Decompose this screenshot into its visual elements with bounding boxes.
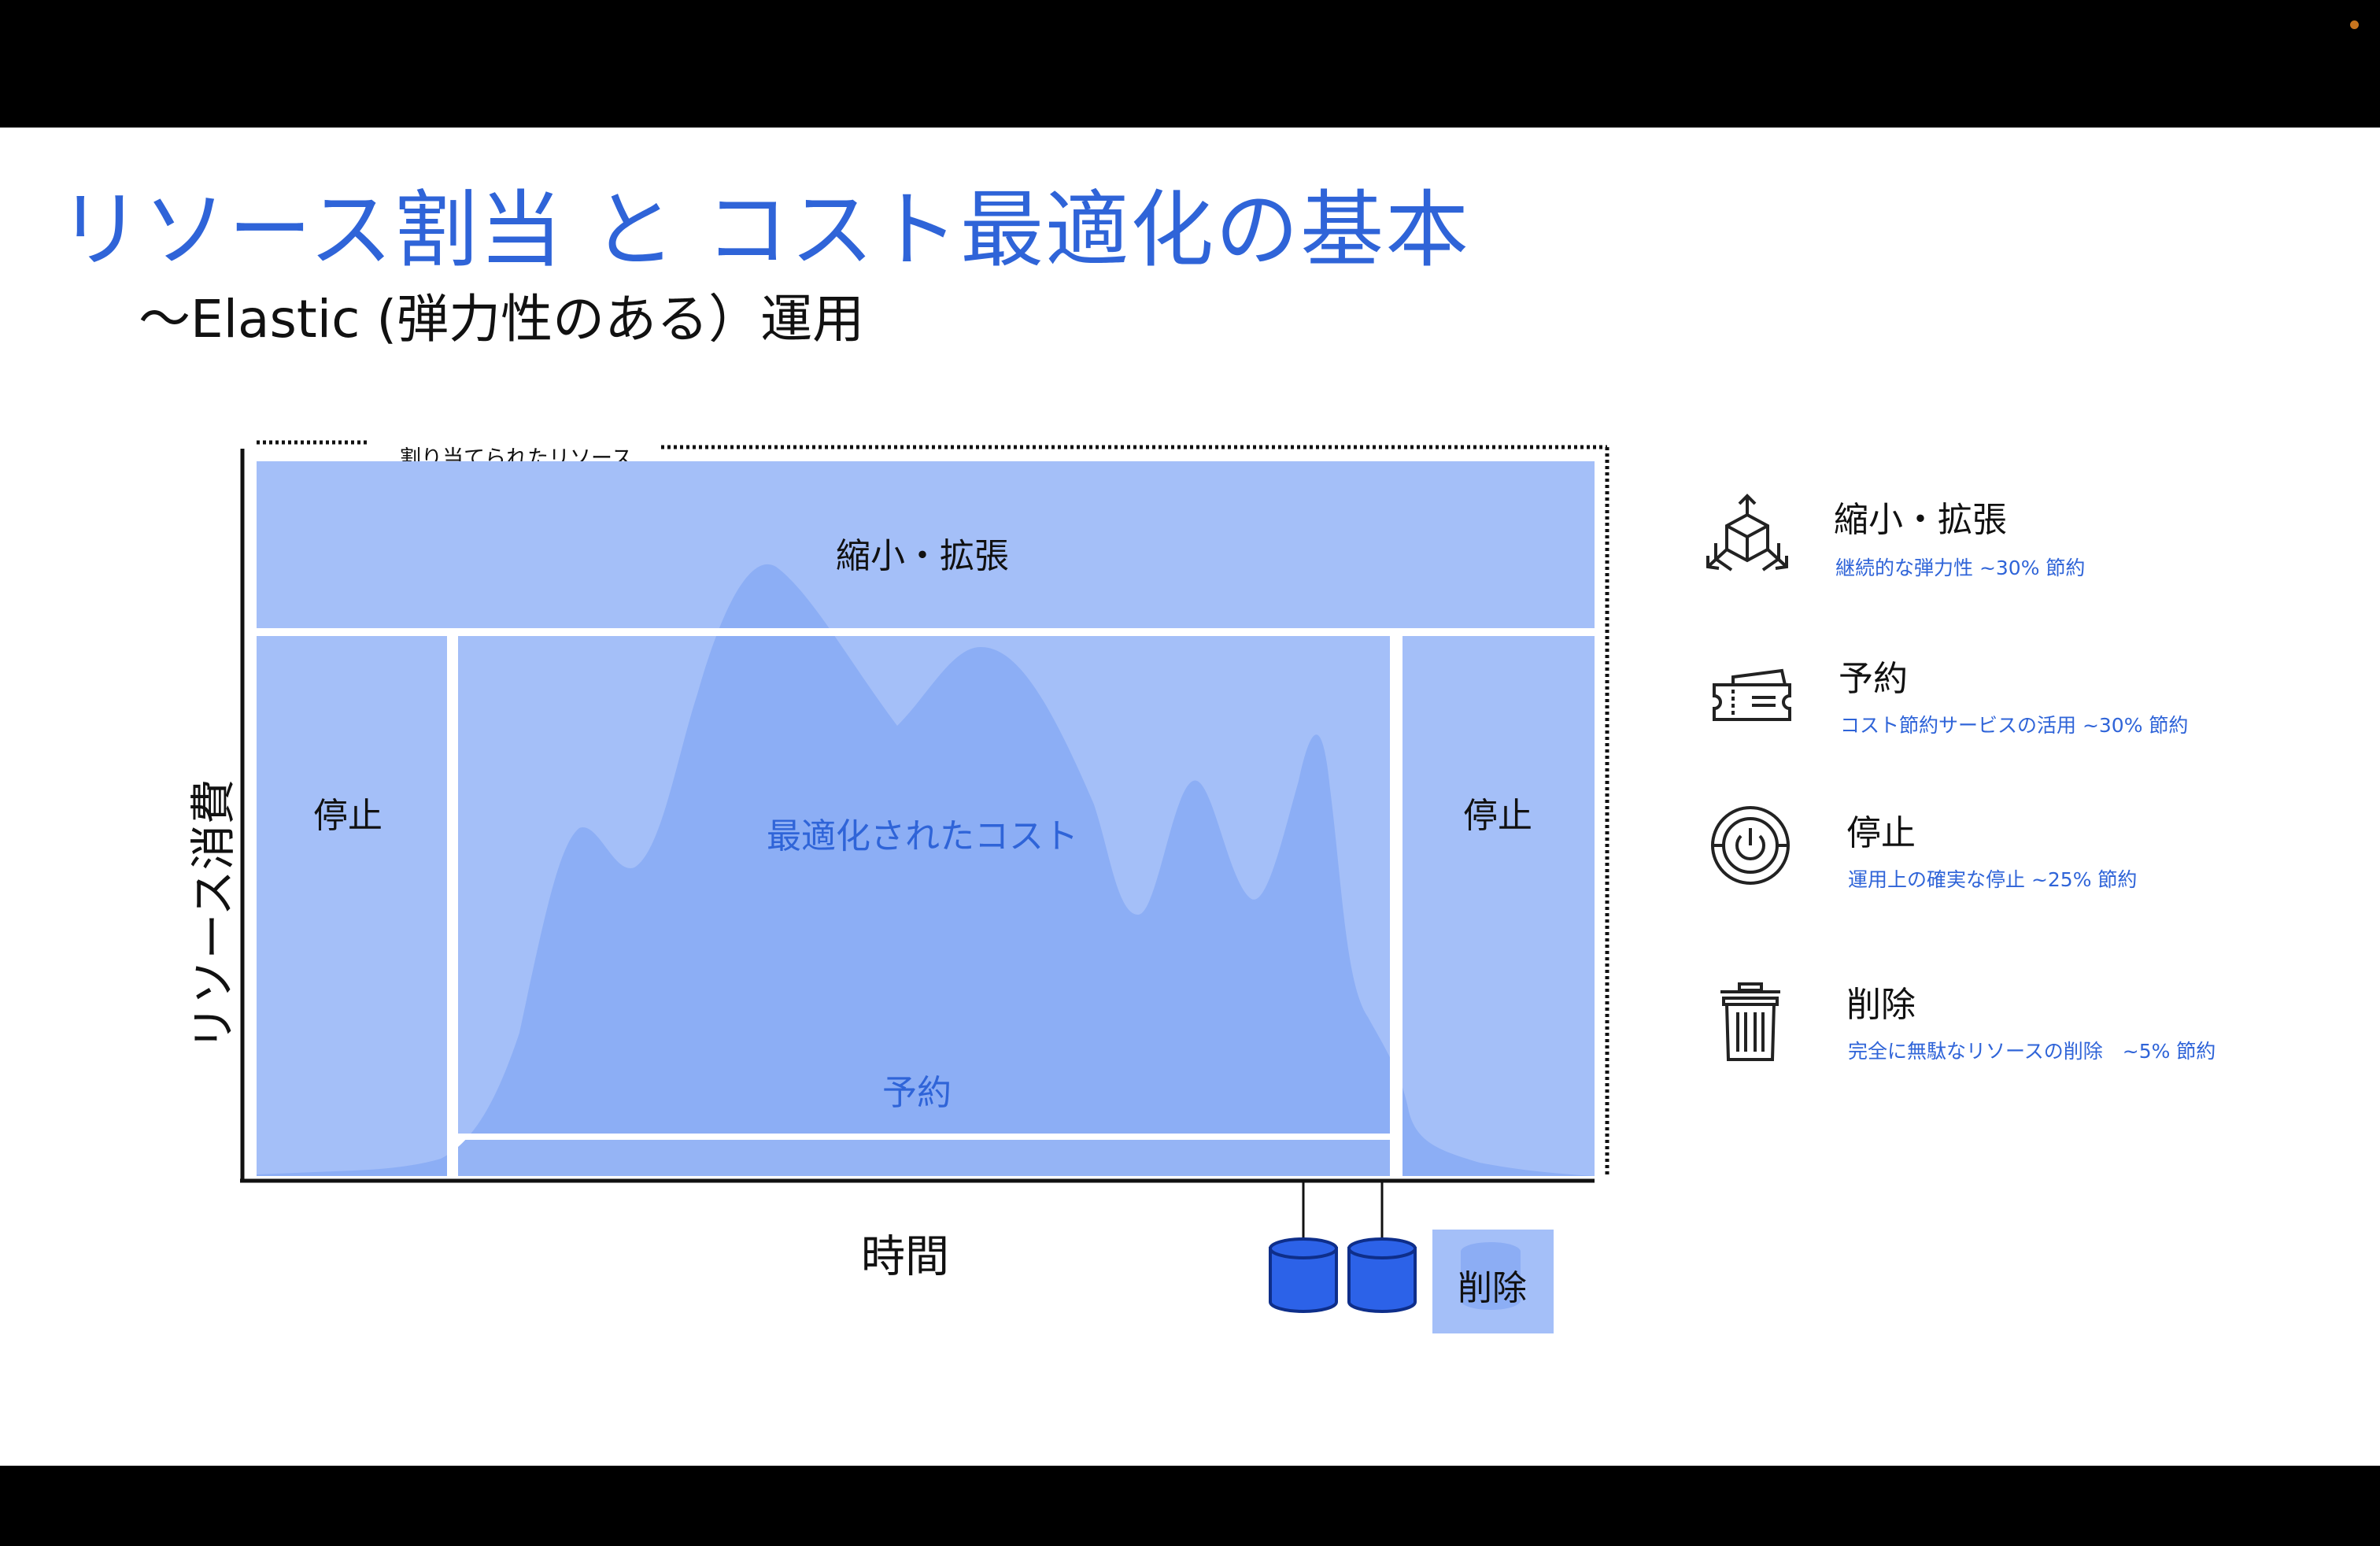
legend-sub-reserve: コスト節約サービスの活用 ~30% 節約 (1840, 714, 2189, 737)
scale-cube-icon (1706, 494, 1788, 571)
database-icons (1269, 1230, 1554, 1333)
database-icon (1347, 1237, 1417, 1313)
legend-title-stop: 停止 (1846, 813, 1916, 853)
trash-icon (1720, 982, 1780, 1061)
legend-sub-delete: 完全に無駄なリソースの削除 ~5% 節約 (1848, 1040, 2216, 1063)
recording-indicator (2350, 20, 2359, 29)
delete-label: 削除 (1458, 1268, 1527, 1308)
ticket-icon (1713, 668, 1791, 721)
legend-sub-stop: 運用上の確実な停止 ~25% 節約 (1848, 868, 2138, 891)
legend-title-scale: 縮小・拡張 (1834, 500, 2007, 540)
database-icon (1269, 1237, 1338, 1313)
slide: リソース割当 と コスト最適化の基本 ～Elastic (弾力性のある）運用 割… (0, 128, 2380, 1466)
legend-title-reserve: 予約 (1839, 659, 1908, 699)
legend-sub-scale: 継続的な弾力性 ~30% 節約 (1835, 557, 2086, 579)
power-icon (1711, 806, 1790, 885)
legend-title-delete: 削除 (1846, 985, 1916, 1025)
